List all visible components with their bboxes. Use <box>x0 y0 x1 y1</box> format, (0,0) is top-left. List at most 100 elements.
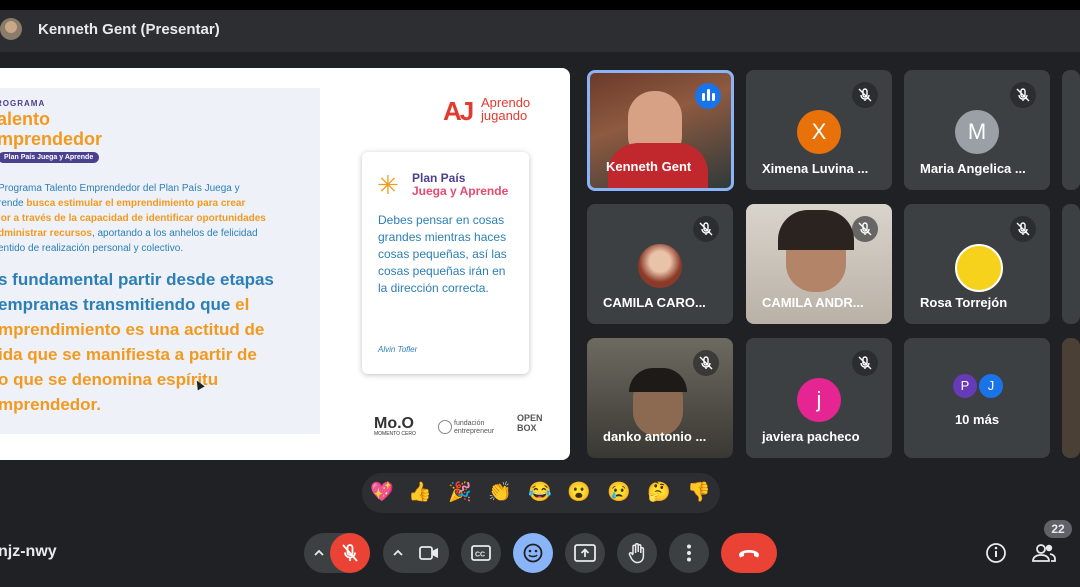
chevron-up-icon[interactable] <box>392 547 404 559</box>
sponsor-line: OPEN <box>517 413 543 423</box>
mic-off-icon <box>852 216 878 242</box>
participant-tile[interactable]: Kenneth Gent <box>587 70 734 191</box>
more-participants-label: 10 más <box>954 412 1000 427</box>
desc-text: , aportando a los anhelos de felicidad <box>91 228 258 239</box>
participant-photo <box>638 244 682 288</box>
reaction-thumbs-down-button[interactable]: 👎 <box>684 480 714 506</box>
card-quote-author: Alvin Tofler <box>378 345 418 354</box>
participant-name: Kenneth Gent <box>606 159 692 174</box>
participant-tile[interactable]: M Maria Angelica ... <box>904 70 1050 190</box>
mic-toggle-button[interactable] <box>330 533 370 573</box>
brand-line2: jugando <box>481 108 528 123</box>
card-brand-line1: Plan País <box>412 171 466 185</box>
sponsor-name: Mo.O <box>374 415 414 432</box>
reaction-thinking-button[interactable]: 🤔 <box>644 480 674 506</box>
presentation-slide: ROGRAMA alento mprendedor Plan País Jueg… <box>0 68 570 460</box>
people-icon <box>1032 544 1056 562</box>
quote-line: ida que se manifiesta a partir de <box>0 345 257 364</box>
present-icon <box>574 544 596 562</box>
participant-avatar: j <box>797 378 841 422</box>
camera-icon <box>419 546 438 560</box>
program-title-line2: mprendedor <box>0 129 103 149</box>
people-button[interactable] <box>1029 538 1059 568</box>
chevron-up-icon[interactable] <box>313 547 325 559</box>
svg-text:CC: CC <box>475 552 485 559</box>
desc-highlight: dministrar recursos <box>0 228 92 239</box>
participant-tile-partial[interactable] <box>1062 338 1080 458</box>
aprendo-jugando-logo: AJ Aprendo jugando <box>443 96 553 126</box>
participant-avatar: J <box>979 374 1003 398</box>
presenter-avatar <box>0 18 22 40</box>
reaction-sad-button[interactable]: 😢 <box>604 480 634 506</box>
participant-tile-partial[interactable] <box>1062 204 1080 324</box>
desc-highlight: busca estimular el emprendimiento para c… <box>26 198 246 209</box>
quote-line: mprendimiento es una actitud de <box>0 320 265 339</box>
participant-name: Ximena Luvina ... <box>762 161 869 176</box>
participant-avatar: M <box>955 110 999 154</box>
reaction-thumbs-up-button[interactable]: 👍 <box>405 480 435 506</box>
brand-mark: AJ <box>443 96 474 126</box>
brand-text: Aprendo jugando <box>481 96 530 122</box>
leave-call-button[interactable] <box>721 533 777 573</box>
quote-card: ✳ Plan País Juega y Aprende Debes pensar… <box>362 152 529 374</box>
hang-up-icon <box>739 550 759 558</box>
reaction-surprised-button[interactable]: 😮 <box>564 480 594 506</box>
mic-off-icon <box>693 216 719 242</box>
more-options-button[interactable] <box>669 533 709 573</box>
captions-icon: CC <box>471 545 491 561</box>
desc-line: lor a través de la capacidad de identifi… <box>0 213 266 224</box>
program-tag: Plan País Juega y Aprende <box>0 152 100 163</box>
presenter-title: Kenneth Gent (Presentar) <box>38 21 220 38</box>
reaction-laugh-button[interactable]: 😂 <box>525 480 555 506</box>
speaking-indicator-icon <box>695 83 721 109</box>
participant-tile[interactable]: j javiera pacheco <box>746 338 892 458</box>
participant-avatar: P <box>953 374 977 398</box>
desc-line: Programa Talento Emprendedor del Plan Pa… <box>0 183 240 194</box>
reaction-heart-button[interactable]: 💖 <box>367 480 397 506</box>
sponsor-line: BOX <box>517 423 537 433</box>
camera-control-group <box>383 533 449 573</box>
reaction-clap-button[interactable]: 👏 <box>485 480 515 506</box>
quote-text: empranas transmitiendo que <box>0 295 236 314</box>
participant-hair <box>629 368 687 392</box>
quote-line: o que se denomina espíritu <box>0 370 219 389</box>
participant-tile[interactable]: X Ximena Luvina ... <box>746 70 892 190</box>
emoji-reactions-button[interactable] <box>513 533 553 573</box>
mic-off-icon <box>342 544 358 562</box>
sponsor-fundacion: fundación entrepreneur <box>438 420 494 436</box>
info-icon <box>986 543 1006 563</box>
more-vert-icon <box>687 544 691 562</box>
participant-tile[interactable]: Rosa Torrejón <box>904 204 1050 324</box>
participant-photo <box>955 244 1003 292</box>
captions-button[interactable]: CC <box>461 533 501 573</box>
more-participants-tile[interactable]: P J 10 más <box>904 338 1050 458</box>
reaction-party-button[interactable]: 🎉 <box>445 480 475 506</box>
quote-highlight: el <box>235 295 250 314</box>
meeting-code: njz-nwy <box>0 543 57 560</box>
hand-icon <box>628 543 645 564</box>
sponsor-line: entrepreneur <box>454 428 495 435</box>
quote-line: s fundamental partir desde etapas <box>0 270 274 289</box>
participant-hair <box>778 210 854 250</box>
mic-off-icon <box>1010 82 1036 108</box>
quote-line: empranas transmitiendo que el <box>0 292 298 317</box>
sponsor-line: fundación <box>454 420 485 427</box>
participant-tile[interactable]: danko antonio ... <box>587 338 733 458</box>
participant-name: CAMILA ANDR... <box>762 295 864 310</box>
program-kicker: ROGRAMA <box>0 99 46 108</box>
camera-toggle-button[interactable] <box>409 533 449 573</box>
present-screen-button[interactable] <box>565 533 605 573</box>
mic-off-icon <box>1010 216 1036 242</box>
participant-tile[interactable]: CAMILA CARO... <box>587 204 733 324</box>
desc-line: dministrar recursos, aportando a los anh… <box>0 226 298 241</box>
mic-off-icon <box>693 350 719 376</box>
sponsor-momento-cero: Mo.O MOMENTO CERO <box>374 415 416 437</box>
participant-tile[interactable]: CAMILA ANDR... <box>746 204 892 324</box>
raise-hand-button[interactable] <box>617 533 657 573</box>
participant-name: javiera pacheco <box>762 429 860 444</box>
meeting-details-button[interactable] <box>981 538 1011 568</box>
program-title: alento mprendedor <box>0 109 197 149</box>
sponsor-openbox: OPEN BOX <box>517 413 543 433</box>
participant-tile-partial[interactable] <box>1062 70 1080 190</box>
mic-control-group <box>304 533 370 573</box>
